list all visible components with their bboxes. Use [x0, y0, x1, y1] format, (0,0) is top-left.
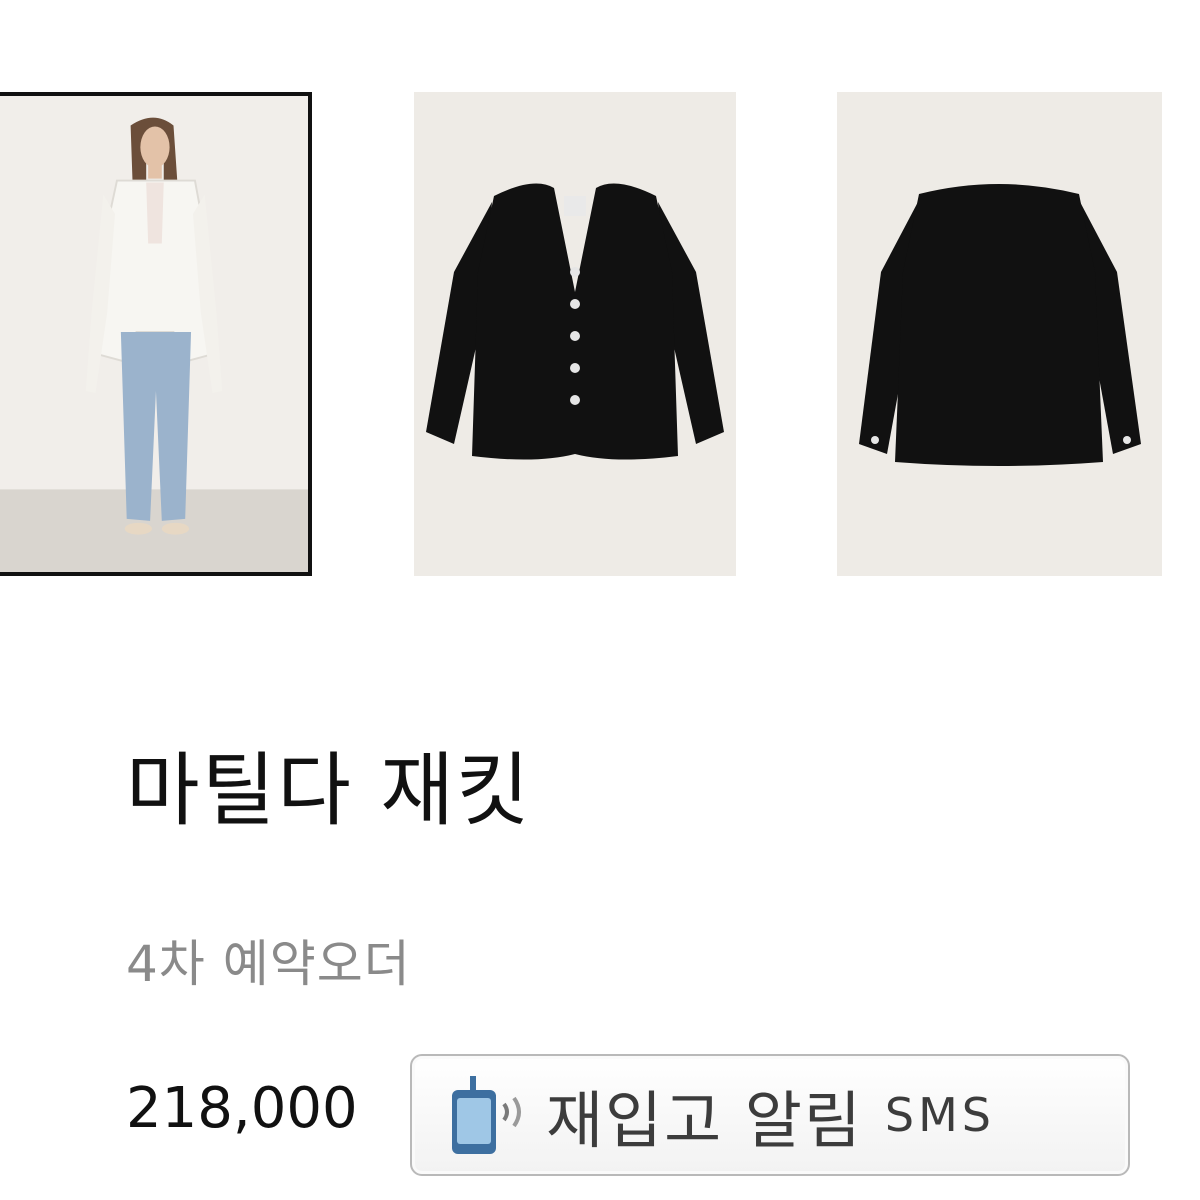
thumbnail-model[interactable] — [0, 92, 312, 576]
thumbnail-jacket-back[interactable] — [837, 92, 1162, 576]
jacket-back-image — [837, 92, 1162, 576]
restock-alert-button[interactable]: 재입고 알림 SMS — [410, 1054, 1130, 1176]
restock-alert-label: 재입고 알림 — [546, 1084, 863, 1157]
product-title: 마틸다 재킷 — [126, 744, 532, 837]
phone-icon — [452, 1076, 521, 1154]
model-photo-image — [0, 96, 308, 572]
sms-label: SMS — [884, 1088, 996, 1142]
product-price: 218,000 — [126, 1076, 358, 1141]
thumbnail-jacket-front[interactable] — [414, 92, 736, 576]
jacket-front-image — [414, 92, 736, 576]
product-subtitle: 4차 예약오더 — [126, 935, 411, 993]
